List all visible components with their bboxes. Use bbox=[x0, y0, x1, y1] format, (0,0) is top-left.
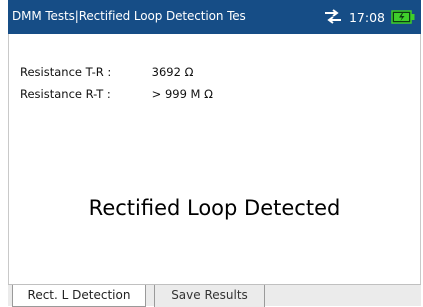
title-bar: DMM Tests|Rectified Loop Detection Tes 1… bbox=[8, 0, 421, 34]
network-arrows-icon bbox=[323, 9, 343, 25]
resistance-rt-value: > 999 M Ω bbox=[151, 87, 213, 101]
resistance-rt-label: Resistance R-T : bbox=[20, 87, 111, 101]
device-screen: DMM Tests|Rectified Loop Detection Tes 1… bbox=[0, 0, 423, 307]
tab-rect-l-detection[interactable]: Rect. L Detection bbox=[12, 285, 146, 307]
resistance-tr-label: Resistance T-R : bbox=[20, 65, 112, 79]
resistance-tr-row: Resistance T-R : 3692 Ω bbox=[20, 65, 193, 79]
tab-bar: Rect. L Detection Save Results bbox=[8, 284, 421, 307]
result-message: Rectified Loop Detected bbox=[88, 196, 341, 220]
status-area: 17:08 bbox=[323, 7, 415, 27]
resistance-tr-value: 3692 Ω bbox=[151, 65, 194, 79]
results-panel: Resistance T-R : 3692 Ω Resistance R-T :… bbox=[8, 34, 421, 284]
clock: 17:08 bbox=[348, 9, 385, 25]
tab-save-results[interactable]: Save Results bbox=[154, 285, 265, 307]
window-title: DMM Tests|Rectified Loop Detection Tes bbox=[12, 9, 246, 23]
resistance-rt-row: Resistance R-T : > 999 M Ω bbox=[20, 87, 213, 101]
battery-icon bbox=[391, 9, 415, 25]
